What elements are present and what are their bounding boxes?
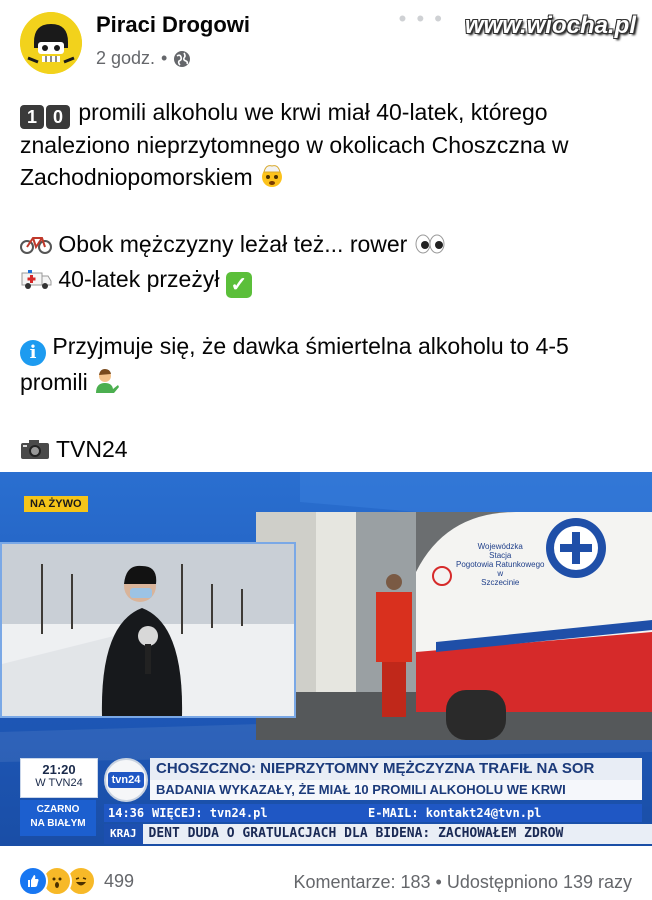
post-line-5: TVN24 — [55, 436, 128, 462]
post-footer: 499 Komentarze: 183 • Udostępniono 139 r… — [0, 856, 652, 900]
camera-icon — [20, 436, 50, 468]
eyes-icon — [414, 231, 446, 263]
tvn24-logo-text: tvn24 — [108, 772, 144, 788]
ticker-label: KRAJ — [104, 824, 143, 844]
watermark: www.wiocha.pl — [464, 12, 636, 39]
tv-headline: CHOSZCZNO: NIEPRZYTOMNY MĘŻCZYZNA TRAFIŁ… — [150, 758, 642, 780]
comments-count[interactable]: Komentarze: 183 — [293, 872, 430, 892]
ambulance-video: Wojewódzka Stacja Pogotowia Ratunkowego … — [256, 512, 652, 740]
tv-info-bar: 14:36 WIĘCEJ: tvn24.pl E-MAIL: kontakt24… — [104, 804, 642, 822]
shares-count[interactable]: Udostępniono 139 razy — [447, 872, 632, 892]
keycap-zero-icon: 0 — [46, 105, 70, 129]
globe-icon — [174, 50, 191, 67]
post-paragraph-1: 10 promili alkoholu we krwi miał 40-late… — [20, 96, 640, 196]
program-name: CZARNO NA BIAŁYM — [20, 800, 96, 836]
ambulance-text: Wojewódzka Stacja Pogotowia Ratunkowego … — [456, 542, 545, 587]
info-icon: i — [20, 340, 46, 366]
exploding-head-icon — [259, 162, 285, 196]
more-options-button[interactable]: • • • — [399, 6, 444, 32]
post-line-3: 40-latek przeżył — [58, 266, 220, 292]
post-stats: Komentarze: 183 • Udostępniono 139 razy — [293, 872, 632, 893]
keycap-one-icon: 1 — [20, 105, 44, 129]
tv-bar-time: 14:36 — [108, 806, 145, 820]
ticker-text: DENT DUDA O GRATULACJACH DLA BIDENA: ZAC… — [148, 826, 564, 841]
tv-ticker: KRAJ DENT DUDA O GRATULACJACH DLA BIDENA:… — [104, 824, 652, 844]
meta-separator: • — [161, 48, 168, 68]
post-paragraph-4: i Przyjmuje się, że dawka śmiertelna alk… — [20, 330, 640, 401]
post-line-2: Obok mężczyzny leżał też... rower — [58, 231, 408, 257]
post-header: Piraci Drogowi 2 godz. • • • • www.wioch… — [0, 0, 652, 90]
tv-clock-channel: W TVN24 — [35, 777, 83, 789]
post-paragraph-2: Obok mężczyzny leżał też... rower — [20, 228, 640, 263]
tv-clock: 21:20 W TVN24 — [20, 758, 98, 798]
post-paragraph-3: 40-latek przeżył ✓ — [20, 263, 640, 298]
skull-helmet-icon — [20, 12, 82, 74]
post-meta: 2 godz. • — [96, 48, 191, 69]
page-name[interactable]: Piraci Drogowi — [96, 12, 250, 38]
like-reaction-icon — [18, 866, 48, 896]
post-time[interactable]: 2 godz. — [96, 48, 155, 69]
live-badge: NA ŻYWO — [24, 496, 88, 512]
post-text: 10 promili alkoholu we krwi miał 40-late… — [20, 96, 640, 468]
tvn24-logo: tvn24 — [104, 758, 148, 802]
bicycle-icon — [20, 231, 52, 263]
post-image[interactable]: NA ŻYWO Wojewódzka Stacja Pogotowia Ratu… — [0, 472, 652, 846]
tv-clock-time: 21:20 — [42, 762, 76, 777]
check-mark-icon: ✓ — [225, 272, 252, 298]
post-paragraph-5: TVN24 — [20, 433, 640, 468]
ambulance-scene — [256, 512, 652, 740]
tv-bar-email: E-MAIL: kontakt24@tvn.pl — [368, 806, 542, 820]
tv-bar-more: WIĘCEJ: tvn24.pl — [152, 806, 268, 820]
reactions-summary[interactable]: 499 — [18, 866, 134, 896]
stats-separator: • — [435, 872, 442, 892]
page-avatar[interactable] — [20, 12, 82, 74]
reaction-count: 499 — [104, 870, 135, 891]
reporter-video — [0, 542, 296, 718]
ambulance-icon — [20, 266, 52, 298]
snowy-field-scene — [2, 544, 294, 716]
man-tipping-hand-icon — [94, 367, 120, 401]
tv-subheadline: BADANIA WYKAZAŁY, ŻE MIAŁ 10 PROMILI ALK… — [150, 780, 642, 800]
post-line-1: promili alkoholu we krwi miał 40-latek, … — [20, 99, 569, 190]
tv-lower-third: 21:20 W TVN24 CZARNO NA BIAŁYM tvn24 CHO… — [0, 752, 652, 846]
